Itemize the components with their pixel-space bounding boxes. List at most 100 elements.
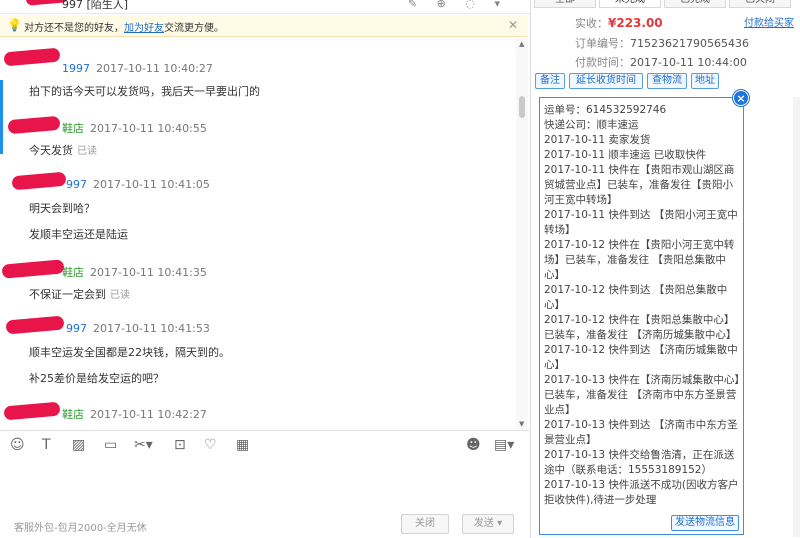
selection-bar bbox=[0, 80, 3, 154]
logistics-list: 运单号：614532592746 快递公司：顺丰速运 2017-10-11 卖家发货… bbox=[544, 103, 741, 508]
logistics-line: 2017-10-12 快件到达 【贵阳总集散中心】 bbox=[544, 284, 728, 311]
message-text: 发顺丰空运还是陆运 bbox=[29, 228, 128, 241]
pay-time: 付款时间：2017-10-11 10:44:00 bbox=[575, 54, 747, 70]
message-time: 2017-10-11 10:42:27 bbox=[90, 408, 207, 421]
folder-icon[interactable]: ▭ bbox=[104, 437, 117, 453]
message-text: 补25差价是给发空运的吧？ bbox=[29, 372, 164, 385]
logistics-button[interactable]: 查物流 bbox=[647, 73, 687, 89]
tab-finished[interactable]: 已完成 bbox=[664, 0, 726, 8]
logistics-line: 2017-10-11 快件在【贵阳市观山湖区商贸城营业点】已装车，准备发往【贵阳… bbox=[544, 164, 735, 206]
image-icon[interactable]: ▨ bbox=[72, 437, 85, 453]
message-time: 2017-10-11 10:40:55 bbox=[90, 122, 207, 135]
remark-button[interactable]: 备注 bbox=[535, 73, 565, 89]
sender-name: 997 bbox=[66, 178, 87, 191]
order-no-label: 订单编号： bbox=[575, 37, 630, 50]
redacted-name bbox=[5, 315, 65, 335]
history-icon[interactable]: ▤▾ bbox=[494, 437, 514, 453]
order-no-value: 71523621790565436 bbox=[630, 37, 749, 50]
calculator-icon[interactable]: ▦ bbox=[236, 437, 249, 453]
shake-icon[interactable]: ⊡ bbox=[174, 437, 186, 453]
pay-time-value: 2017-10-11 10:44:00 bbox=[630, 56, 747, 69]
send-button[interactable]: 发送 ▾ bbox=[462, 514, 514, 534]
notice-text: 对方还不是您的好友，加为好友交流更方便。 bbox=[24, 19, 224, 34]
chat-footer: 客服外包-包月2000-全月无休 关闭 发送 ▾ bbox=[0, 508, 530, 538]
app-window: 997 [陌生人] ✎ ⊕ ◌ ▾ 💡 对方还不是您的好友，加为好友交流更方便。… bbox=[0, 0, 800, 538]
message-header: 997 2017-10-11 10:41:53 bbox=[66, 322, 210, 335]
chat-panel: 997 [陌生人] ✎ ⊕ ◌ ▾ 💡 对方还不是您的好友，加为好友交流更方便。… bbox=[0, 0, 530, 538]
message-list: 1997 2017-10-11 10:40:27 拍下的话今天可以发货吗，我后天一… bbox=[0, 38, 516, 430]
scroll-up-arrow-icon[interactable]: ▲ bbox=[519, 40, 524, 48]
read-receipt: 已读 bbox=[110, 290, 130, 301]
chat-scrollbar[interactable]: ▲ ▼ bbox=[516, 38, 528, 430]
add-friend-link[interactable]: 加为好友 bbox=[124, 23, 164, 34]
logistics-line: 运单号：614532592746 bbox=[544, 104, 667, 116]
redacted-name bbox=[1, 259, 65, 279]
message-input[interactable] bbox=[0, 460, 530, 508]
status-text: 客服外包-包月2000-全月无休 bbox=[14, 523, 147, 534]
order-panel: 全部 未完成 已完成 已关闭 实收：¥223.00 付款给买家 订单编号：715… bbox=[530, 0, 800, 538]
message-time: 2017-10-11 10:41:35 bbox=[90, 266, 207, 279]
chat-header: 997 [陌生人] ✎ ⊕ ◌ ▾ bbox=[0, 0, 530, 14]
paid-label: 实收： bbox=[575, 17, 608, 30]
sender-name: 1997 bbox=[62, 62, 90, 75]
redacted-name bbox=[3, 401, 61, 421]
sender-name: 鞋店 bbox=[62, 122, 84, 135]
address-button[interactable]: 地址 bbox=[691, 73, 719, 89]
message-header: 1997 2017-10-11 10:40:27 bbox=[62, 62, 213, 75]
close-icon[interactable]: × bbox=[733, 90, 749, 106]
smile-reply-icon[interactable]: ☻ bbox=[466, 437, 481, 453]
message-header: 鞋店 2017-10-11 10:41:35 bbox=[62, 264, 207, 280]
heart-icon[interactable]: ♡ bbox=[204, 437, 217, 453]
lightbulb-icon: 💡 bbox=[7, 18, 22, 32]
sender-name: 鞋店 bbox=[62, 408, 84, 421]
read-receipt: 已读 bbox=[77, 146, 97, 157]
text-format-icon[interactable]: T bbox=[42, 437, 51, 453]
chat-title: 997 [陌生人] bbox=[62, 0, 129, 11]
close-icon[interactable]: ✕ bbox=[508, 18, 518, 32]
logistics-line: 2017-10-11 顺丰速运 已收取快件 bbox=[544, 149, 707, 161]
logistics-line: 2017-10-12 快件在【贵阳小河王宽中转场】已装车，准备发往 【贵阳总集散… bbox=[544, 239, 735, 281]
extend-receipt-button[interactable]: 延长收货时间 bbox=[569, 73, 643, 89]
paid-amount: 实收：¥223.00 bbox=[575, 15, 663, 31]
message-header: 鞋店 2017-10-11 10:40:55 bbox=[62, 120, 207, 136]
message-text: 明天会到哈？ bbox=[29, 202, 95, 215]
tab-unfinished[interactable]: 未完成 bbox=[599, 0, 661, 8]
message-text: 拍下的话今天可以发货吗，我后天一早要出门的 bbox=[29, 85, 260, 98]
message-header: 997 2017-10-11 10:41:05 bbox=[66, 178, 210, 191]
redacted-name bbox=[3, 47, 61, 67]
logistics-line: 2017-10-12 快件在【贵阳总集散中心】已装车，准备发往 【济南历城集散中… bbox=[544, 314, 737, 341]
logistics-line: 2017-10-11 快件到达 【贵阳小河王宽中转场】 bbox=[544, 209, 738, 236]
scroll-down-arrow-icon[interactable]: ▼ bbox=[519, 420, 524, 428]
sender-name: 鞋店 bbox=[62, 266, 84, 279]
message-text: 顺丰空运发全国都是22块钱，隔天到的。 bbox=[29, 346, 230, 359]
logistics-line: 2017-10-13 快件在【济南历城集散中心】已装车，准备发往 【济南市中东方… bbox=[544, 374, 740, 416]
message-time: 2017-10-11 10:41:53 bbox=[93, 322, 210, 335]
scroll-thumb[interactable] bbox=[519, 96, 525, 118]
redacted-name bbox=[7, 115, 61, 135]
message-time: 2017-10-11 10:40:27 bbox=[96, 62, 213, 75]
sender-name: 997 bbox=[66, 322, 87, 335]
message-text: 不保证一定会到 已读 bbox=[29, 286, 130, 302]
tab-closed[interactable]: 已关闭 bbox=[729, 0, 791, 8]
close-button[interactable]: 关闭 bbox=[401, 514, 449, 534]
order-tabs: 全部 未完成 已完成 已关闭 bbox=[531, 0, 800, 9]
input-toolbar: ☺ T ▨ ▭ ✂▾ ⊡ ♡ ▦ ☻ ▤▾ bbox=[0, 430, 530, 460]
message-line: 不保证一定会到 bbox=[29, 288, 106, 301]
logistics-popup: 运单号：614532592746 快递公司：顺丰速运 2017-10-11 卖家发货… bbox=[539, 97, 744, 535]
emoji-icon[interactable]: ☺ bbox=[10, 437, 25, 453]
notice-suffix: 交流更方便。 bbox=[164, 23, 224, 34]
logistics-line: 2017-10-13 快件交给鲁浩清，正在派送途中（联系电话：155531891… bbox=[544, 449, 735, 476]
logistics-line: 快递公司：顺丰速运 bbox=[544, 119, 639, 131]
notice-prefix: 对方还不是您的好友， bbox=[24, 23, 124, 34]
order-scrollbar[interactable] bbox=[793, 97, 800, 537]
logistics-line: 2017-10-11 卖家发货 bbox=[544, 134, 651, 146]
tab-all[interactable]: 全部 bbox=[534, 0, 596, 8]
header-icons[interactable]: ✎ ⊕ ◌ ▾ bbox=[408, 0, 508, 10]
send-logistics-button[interactable]: 发送物流信息 bbox=[671, 515, 739, 531]
message-line: 今天发货 bbox=[29, 144, 73, 157]
paid-value: ¥223.00 bbox=[608, 16, 663, 30]
message-header: 鞋店 2017-10-11 10:42:27 bbox=[62, 406, 207, 422]
message-time: 2017-10-11 10:41:05 bbox=[93, 178, 210, 191]
scissors-icon[interactable]: ✂▾ bbox=[134, 437, 153, 453]
pay-buyer-link[interactable]: 付款给买家 bbox=[744, 14, 794, 29]
